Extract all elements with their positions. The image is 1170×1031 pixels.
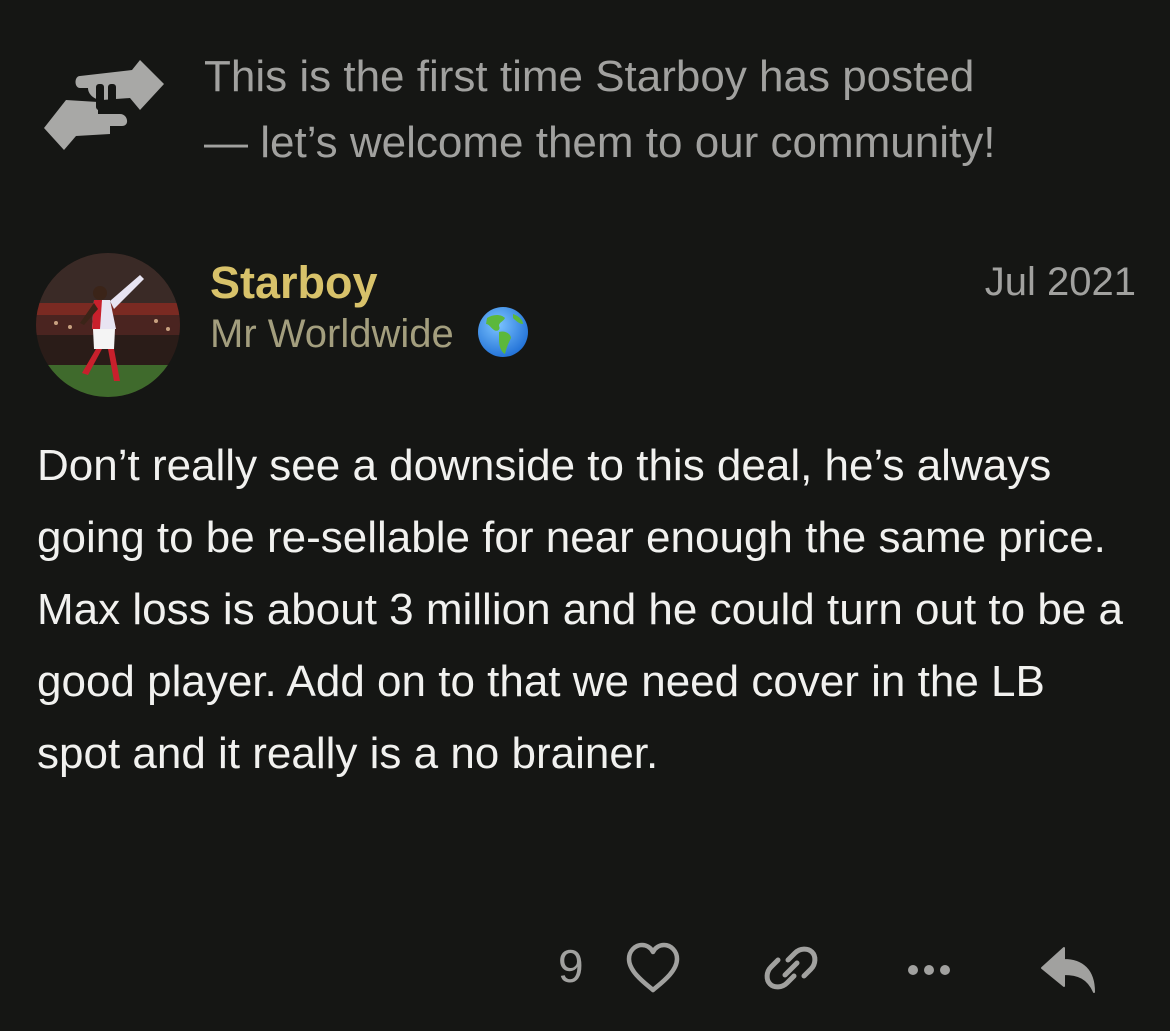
notice-line-2: — let’s welcome them to our community! bbox=[204, 118, 996, 167]
like-count[interactable]: 9 bbox=[558, 934, 584, 998]
post-body: Don’t really see a downside to this deal… bbox=[37, 441, 1123, 778]
first-post-notice: This is the first time Starboy has poste… bbox=[40, 44, 1140, 184]
user-title: Mr Worldwide bbox=[210, 306, 529, 362]
user-title-text: Mr Worldwide bbox=[210, 312, 454, 356]
post-date[interactable]: Jul 2021 bbox=[985, 256, 1136, 308]
reply-icon[interactable] bbox=[1038, 940, 1095, 996]
avatar[interactable] bbox=[36, 253, 180, 397]
notice-line-1: This is the first time Starboy has poste… bbox=[204, 52, 975, 101]
heart-icon[interactable] bbox=[624, 940, 680, 996]
globe-americas-emoji bbox=[477, 306, 529, 358]
notice-text: This is the first time Starboy has poste… bbox=[204, 44, 1124, 176]
username[interactable]: Starboy bbox=[210, 254, 378, 312]
link-icon[interactable] bbox=[762, 940, 818, 996]
handshake-icon bbox=[40, 54, 168, 154]
post-actions: 9 bbox=[0, 934, 1170, 998]
more-icon[interactable] bbox=[902, 940, 958, 996]
